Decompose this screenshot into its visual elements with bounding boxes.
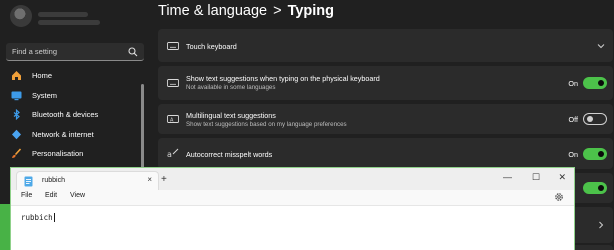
bluetooth-icon	[10, 109, 22, 121]
sidebar-item-label: Network & internet	[32, 129, 94, 139]
touch-keyboard-card[interactable]: Touch keyboard	[158, 29, 613, 62]
setting-title: Touch keyboard	[186, 42, 237, 51]
notepad-window: rubbich × + — ☐ ✕ File Edit View rubbich	[10, 167, 575, 250]
breadcrumb-parent[interactable]: Time & language	[158, 3, 267, 19]
chevron-down-icon[interactable]	[597, 42, 605, 50]
breadcrumb-separator: >	[273, 3, 282, 19]
text-suggestions-toggle[interactable]	[583, 77, 607, 89]
new-tab-button[interactable]: +	[161, 174, 167, 185]
network-icon	[10, 128, 22, 140]
notepad-text-area[interactable]: rubbich	[11, 205, 574, 250]
close-button[interactable]: ✕	[558, 172, 566, 183]
menu-file[interactable]: File	[21, 192, 32, 199]
sidebar-item-home[interactable]: Home	[6, 66, 140, 86]
maximize-button[interactable]: ☐	[532, 172, 540, 183]
home-icon	[10, 70, 22, 82]
search-input[interactable]: Find a setting	[6, 43, 144, 61]
breadcrumb-current: Typing	[287, 3, 335, 19]
svg-text:a: a	[167, 150, 172, 159]
sidebar-item-network[interactable]: Network & internet	[6, 125, 140, 145]
sidebar-item-label: System	[32, 90, 58, 100]
page-title: Time & language > Typing	[158, 3, 334, 19]
sidebar-item-system[interactable]: System	[6, 86, 140, 106]
notepad-tab[interactable]: rubbich ×	[16, 171, 159, 190]
autocorrect-icon: a	[167, 148, 179, 159]
autocorrect-toggle[interactable]	[583, 148, 607, 160]
search-icon	[128, 47, 138, 57]
multilingual-icon: A	[167, 115, 179, 123]
sidebar-item-label: Bluetooth & devices	[32, 110, 99, 120]
notepad-content: rubbich	[21, 213, 55, 222]
multilingual-suggestions-card: A Multilingual text suggestions Show tex…	[158, 104, 613, 134]
background-window-edge	[0, 204, 10, 250]
notepad-titlebar[interactable]: rubbich × + — ☐ ✕	[11, 168, 574, 190]
menu-edit[interactable]: Edit	[45, 192, 57, 199]
minimize-button[interactable]: —	[503, 172, 512, 182]
hidden-setting-toggle[interactable]	[583, 182, 607, 194]
setting-title: Autocorrect misspelt words	[186, 150, 273, 159]
document-text: rubbich	[21, 213, 53, 222]
notepad-menubar: File Edit View	[11, 190, 574, 205]
svg-text:A: A	[170, 117, 174, 123]
user-email-blurred	[38, 20, 100, 25]
monitor-icon	[10, 89, 22, 101]
keyboard-icon	[167, 42, 179, 50]
user-account[interactable]	[10, 5, 150, 35]
toggle-state-label: On	[568, 150, 578, 159]
setting-subtitle: Not available in some languages	[186, 84, 276, 91]
brush-icon	[10, 148, 22, 160]
toggle-state-label: On	[568, 79, 578, 88]
setting-subtitle: Show text suggestions based on my langua…	[186, 121, 347, 128]
gear-icon[interactable]	[554, 192, 564, 202]
menu-view[interactable]: View	[70, 192, 85, 199]
sidebar-item-label: Home	[32, 71, 53, 81]
sidebar-nav: Home System Bluetooth & devices Network …	[6, 66, 140, 164]
user-name-blurred	[38, 12, 88, 17]
toggle-state-label: Off	[568, 115, 578, 124]
sidebar-item-label: Personalisation	[32, 149, 84, 159]
multilingual-suggestions-toggle[interactable]	[583, 113, 607, 125]
text-suggestions-card: Show text suggestions when typing on the…	[158, 66, 613, 100]
search-placeholder: Find a setting	[12, 47, 58, 56]
screen: Find a setting Home System Bluetooth & d…	[0, 0, 614, 250]
notepad-app-icon	[24, 176, 33, 187]
avatar	[10, 5, 32, 27]
keyboard-suggestions-icon	[167, 79, 179, 87]
text-caret	[53, 213, 55, 222]
close-tab-icon[interactable]: ×	[147, 175, 152, 184]
chevron-right-icon[interactable]	[597, 221, 605, 229]
autocorrect-card: a Autocorrect misspelt words On	[158, 138, 613, 169]
setting-title: Show text suggestions when typing on the…	[186, 74, 380, 83]
setting-title: Multilingual text suggestions	[186, 111, 276, 120]
sidebar-scrollbar[interactable]	[141, 84, 144, 174]
notepad-tab-title: rubbich	[42, 177, 65, 184]
sidebar-item-personalisation[interactable]: Personalisation	[6, 144, 140, 164]
sidebar-item-bluetooth[interactable]: Bluetooth & devices	[6, 105, 140, 125]
